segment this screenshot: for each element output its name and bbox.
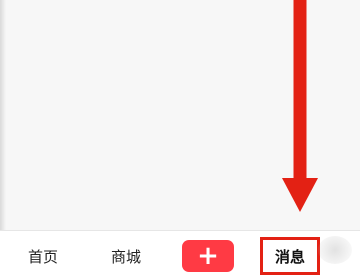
watermark <box>318 236 352 264</box>
bottom-tab-bar: 首页 商城 + 消息 <box>0 230 360 280</box>
tab-home[interactable]: 首页 <box>18 231 68 280</box>
content-area <box>0 0 360 230</box>
tab-mall[interactable]: 商城 <box>101 231 151 280</box>
screen: 首页 商城 + 消息 <box>0 0 360 280</box>
left-edge-shadow <box>0 0 6 230</box>
tab-messages[interactable]: 消息 <box>260 237 320 275</box>
publish-button[interactable]: + <box>182 240 234 272</box>
